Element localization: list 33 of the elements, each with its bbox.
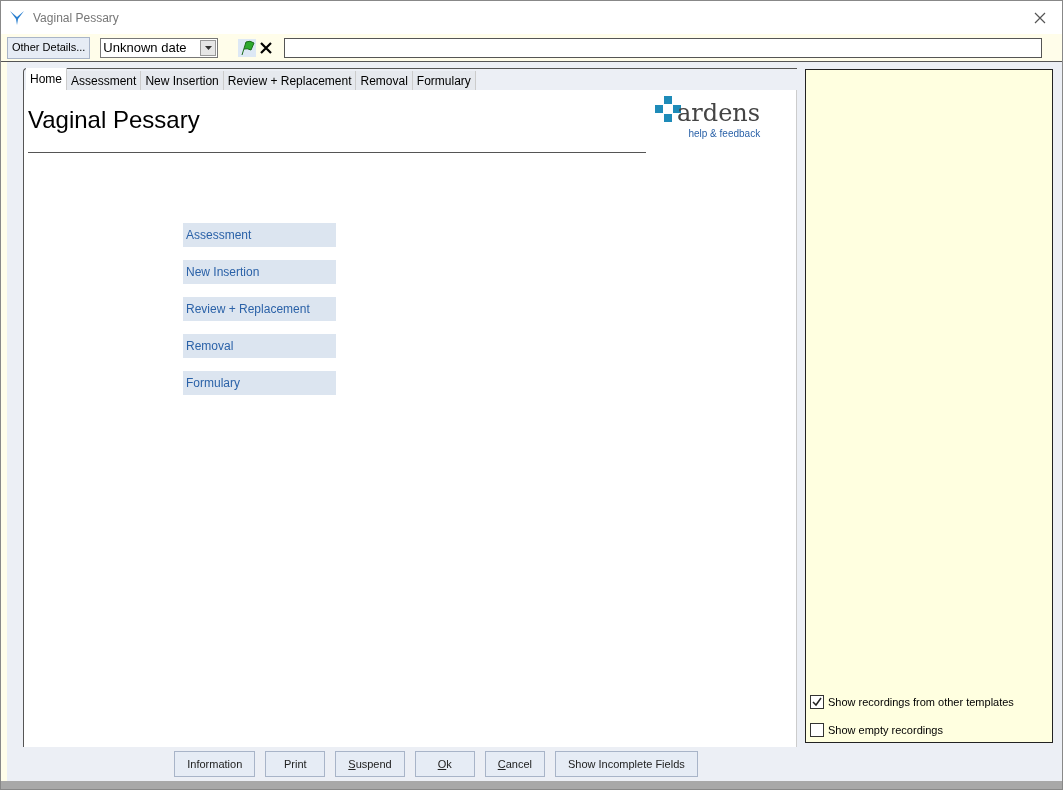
tab[interactable]: Review + Replacement (223, 71, 357, 90)
dialog-button[interactable]: Information (174, 751, 256, 777)
section-link-button[interactable]: New Insertion (183, 260, 336, 284)
tab[interactable]: Removal (356, 71, 413, 90)
checkbox-label: Show empty recordings (828, 722, 943, 738)
dialog-button[interactable]: Print (265, 751, 326, 777)
tab[interactable]: Formulary (412, 71, 476, 90)
section-link-button[interactable]: Assessment (183, 223, 336, 247)
tab[interactable]: Assessment (67, 71, 142, 90)
checkbox[interactable] (810, 722, 824, 737)
dialog-button[interactable]: Show Incomplete Fields (554, 751, 698, 777)
clear-icon[interactable] (258, 39, 275, 56)
close-icon[interactable] (1034, 11, 1046, 24)
section-link-button[interactable]: Formulary (183, 371, 336, 395)
date-dropdown[interactable]: Unknown date (100, 37, 219, 58)
other-details-button[interactable]: Other Details... (7, 36, 91, 59)
dialog-button[interactable]: Suspend (335, 751, 405, 777)
page-heading: Vaginal Pessary (28, 105, 200, 135)
dialog-button[interactable]: Ok (414, 751, 475, 777)
section-link-button[interactable]: Review + Replacement (183, 297, 336, 321)
window-title: Vaginal Pessary (33, 9, 119, 27)
tab[interactable]: Home (26, 68, 67, 90)
checkmark-icon (812, 697, 822, 708)
ardens-wordmark: ardens (677, 102, 761, 124)
text-field[interactable] (284, 37, 1042, 58)
help-feedback-link[interactable]: help & feedback (688, 126, 761, 141)
section-link-button[interactable]: Removal (183, 334, 336, 358)
checkbox[interactable] (810, 695, 824, 710)
dialog-button[interactable]: Cancel (484, 751, 545, 777)
dropdown-caret-icon (204, 45, 212, 50)
tab[interactable]: New Insertion (141, 71, 224, 90)
checkbox-label: Show recordings from other templates (828, 695, 1014, 710)
flag-icon[interactable] (238, 38, 257, 57)
